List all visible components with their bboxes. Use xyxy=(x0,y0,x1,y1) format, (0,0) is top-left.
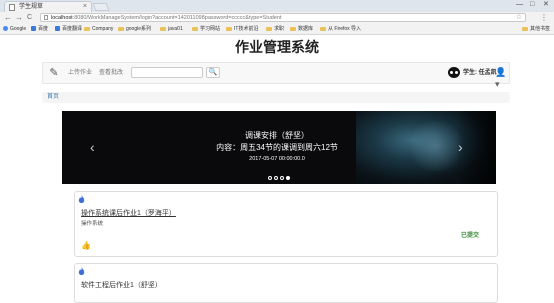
bookmark-label: java01 xyxy=(168,26,183,32)
reload-icon[interactable]: C xyxy=(27,13,32,23)
baidu-icon xyxy=(31,26,36,32)
carousel-date: 2017-05-07 00:00:00.0 xyxy=(249,156,305,162)
bookmark-label: google系列 xyxy=(126,26,152,32)
status-badge: 已提交 xyxy=(460,233,479,239)
bookmark-others[interactable]: 其他书签 xyxy=(522,25,550,33)
page-icon xyxy=(9,4,15,11)
avatar xyxy=(448,67,460,78)
bookmark-label: 数据库 xyxy=(298,26,314,32)
carousel-content: 内容：周五34节的课调到周六12节 xyxy=(216,143,338,152)
assignment-card: 软件工程后作业1（舒坚） xyxy=(74,263,498,303)
search-button[interactable]: 🔍 xyxy=(206,67,220,78)
carousel-title: 调课安排（舒坚） xyxy=(245,131,309,140)
user-label: 学生: 任孟凯 xyxy=(463,70,497,76)
google-icon xyxy=(3,26,8,32)
carousel-indicators xyxy=(268,167,292,180)
bookmark-java01[interactable]: java01 xyxy=(160,25,183,33)
url-path: :8080/WorkManageSystem/login?account=142… xyxy=(72,15,282,21)
folder-icon xyxy=(266,26,272,31)
carousel-indicator-dot[interactable] xyxy=(268,176,272,180)
bookmark-star-icon[interactable]: ☆ xyxy=(516,13,522,21)
bookmark-label: Google xyxy=(10,26,27,32)
maximize-icon[interactable]: □ xyxy=(530,0,534,10)
translate-icon xyxy=(55,26,60,32)
page-title: 作业管理系统 xyxy=(235,39,319,55)
fire-icon xyxy=(78,195,85,203)
folder-icon xyxy=(192,26,198,31)
nav-upload-homework[interactable]: 上传作业 xyxy=(68,69,92,77)
bookmark-firefox-import[interactable]: 从 Firefox 导入 xyxy=(320,25,361,33)
bookmark-study-sites[interactable]: 学习网站 xyxy=(192,25,220,33)
bookmarks-bar: Google 百度 百度翻译 Company google系列 java01 学… xyxy=(0,24,554,35)
carousel-indicator-dot[interactable] xyxy=(280,176,284,180)
bookmark-label: 求职 xyxy=(274,26,285,32)
fire-icon xyxy=(78,267,85,275)
folder-icon xyxy=(160,26,166,31)
main-navbar: ✎ 上传作业 查看批改 🔍 学生: 任孟凯 👤▾ xyxy=(42,62,510,89)
user-menu-icon[interactable]: 👤▾ xyxy=(495,66,509,90)
page-info-icon xyxy=(44,15,48,20)
folder-icon xyxy=(320,26,326,31)
bookmark-label: 百度翻译 xyxy=(62,26,83,32)
url-text: localhost:8080/WorkManageSystem/login?ac… xyxy=(51,14,282,22)
folder-icon xyxy=(290,26,296,31)
bookmark-baidu[interactable]: 百度 xyxy=(31,25,48,33)
tab-title: 学生规草 xyxy=(19,4,44,10)
carousel-indicator-dot[interactable] xyxy=(286,176,290,180)
bookmark-label: IT技术前沿 xyxy=(234,26,259,32)
breadcrumb: 首页 xyxy=(42,92,510,103)
folder-icon xyxy=(522,26,528,31)
forward-icon[interactable]: → xyxy=(15,13,23,23)
browser-menu-icon[interactable]: ⋮ xyxy=(540,13,548,23)
bookmark-label: 学习网站 xyxy=(200,26,221,32)
bookmark-label: 其他书签 xyxy=(530,26,551,32)
bookmark-google[interactable]: Google xyxy=(3,25,26,33)
nav-view-grading[interactable]: 查看批改 xyxy=(99,69,123,77)
folder-icon xyxy=(84,26,90,31)
bookmark-label: 百度 xyxy=(38,26,49,32)
bookmark-google-series[interactable]: google系列 xyxy=(118,25,151,33)
bookmark-it-frontier[interactable]: IT技术前沿 xyxy=(226,25,258,33)
thumbs-up-icon[interactable]: 👍 xyxy=(81,241,91,251)
search-input[interactable] xyxy=(131,67,203,78)
assignment-title-link[interactable]: 软件工程后作业1（舒坚） xyxy=(81,281,162,290)
back-icon[interactable]: ← xyxy=(4,13,12,23)
assignment-subject: 操作系统 xyxy=(81,221,104,227)
bookmark-label: Company xyxy=(92,26,114,32)
url-input[interactable]: localhost:8080/WorkManageSystem/login?ac… xyxy=(40,13,526,22)
url-host: localhost xyxy=(51,15,73,21)
bookmark-label: 从 Firefox 导入 xyxy=(328,26,362,32)
bookmark-database[interactable]: 数据库 xyxy=(290,25,313,33)
pencil-icon[interactable]: ✎ xyxy=(47,66,61,80)
assignment-title-link[interactable]: 操作系统课后作业1（罗海平） xyxy=(81,209,176,218)
browser-tab[interactable]: 学生规草 × xyxy=(4,1,92,12)
bookmark-translate[interactable]: 百度翻译 xyxy=(55,25,82,33)
folder-icon xyxy=(226,26,232,31)
bookmark-jobs[interactable]: 求职 xyxy=(266,25,284,33)
assignment-card: 操作系统课后作业1（罗海平） 操作系统 已提交 👍 xyxy=(74,191,498,257)
minimize-icon[interactable]: — xyxy=(516,0,523,10)
new-tab-button[interactable] xyxy=(92,3,110,11)
breadcrumb-home-link[interactable]: 首页 xyxy=(47,93,59,102)
folder-icon xyxy=(118,26,124,31)
browser-tab-strip: 学生规草 × — □ ✕ xyxy=(0,0,554,12)
bookmark-company[interactable]: Company xyxy=(84,25,113,33)
tab-close-icon[interactable]: × xyxy=(83,2,87,11)
carousel-indicator-dot[interactable] xyxy=(274,176,278,180)
close-window-icon[interactable]: ✕ xyxy=(543,0,549,10)
